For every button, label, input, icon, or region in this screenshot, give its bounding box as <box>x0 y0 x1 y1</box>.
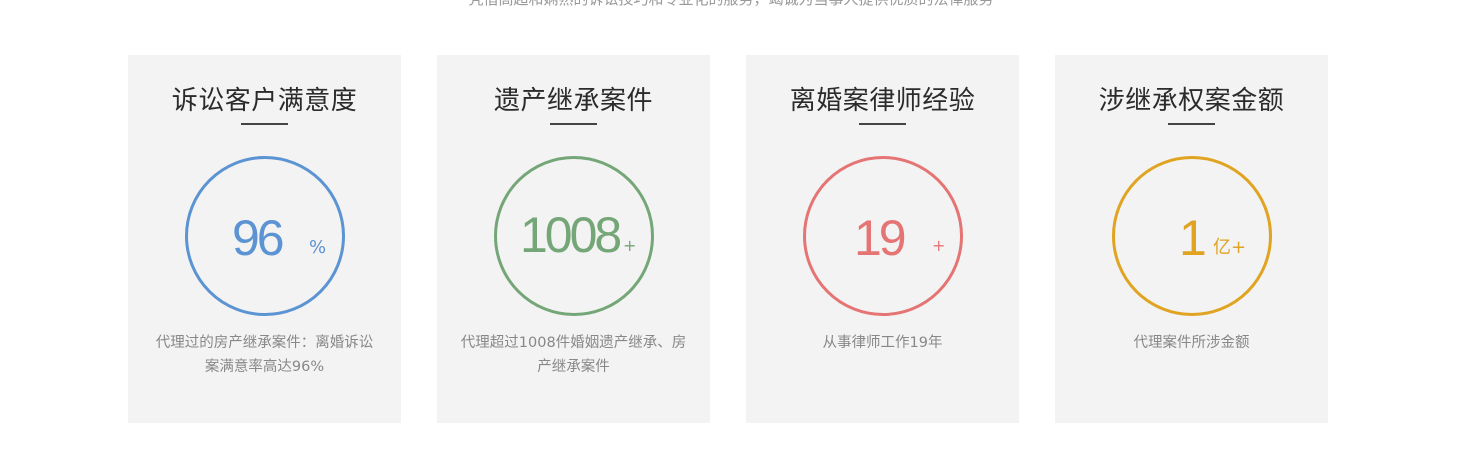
stats-section: 诉讼客户满意度 96 % 代理过的房产继承案件：离婚诉讼案满意率高达96% 遗产… <box>128 55 1328 423</box>
stat-number: 1008 <box>520 207 622 263</box>
stat-unit: + <box>623 236 637 255</box>
stat-card-divorce-experience: 离婚案律师经验 19 + 从事律师工作19年 <box>746 55 1019 423</box>
stat-number: 96 <box>232 210 285 266</box>
stat-circle: 1008 + <box>494 156 654 316</box>
title-divider <box>859 123 906 125</box>
card-title: 离婚案律师经验 <box>789 86 976 116</box>
stat-circle: 96 % <box>185 156 345 316</box>
card-description: 从事律师工作19年 <box>822 335 943 351</box>
stat-unit: + <box>932 236 946 255</box>
stat-circle: 19 + <box>803 156 963 316</box>
title-divider <box>550 123 597 125</box>
stat-circle: 1 亿+ <box>1112 156 1272 316</box>
stat-card-inheritance-amount: 涉继承权案金额 1 亿+ 代理案件所涉金额 <box>1055 55 1328 423</box>
stat-unit: 亿+ <box>1213 237 1247 258</box>
card-title: 遗产继承案件 <box>493 86 653 116</box>
title-divider <box>1168 123 1215 125</box>
card-title: 诉讼客户满意度 <box>171 86 358 116</box>
card-description: 代理案件所涉金额 <box>1133 335 1250 351</box>
card-description: 代理过的房产继承案件：离婚诉讼案满意率高达96% <box>155 335 374 375</box>
stat-unit: % <box>309 237 327 258</box>
title-divider <box>241 123 288 125</box>
stat-card-inheritance-cases: 遗产继承案件 1008 + 代理超过1008件婚姻遗产继承、房产继承案件 <box>437 55 710 423</box>
stat-number: 1 <box>1179 210 1207 266</box>
card-description: 代理超过1008件婚姻遗产继承、房产继承案件 <box>460 335 687 375</box>
stat-number: 19 <box>854 210 907 266</box>
card-title: 涉继承权案金额 <box>1098 86 1285 116</box>
intro-text: 凭借高超和娴熟的诉讼技巧和专业化的服务，竭诚为当事人提供优质的法律服务 <box>0 0 1462 9</box>
stat-card-satisfaction: 诉讼客户满意度 96 % 代理过的房产继承案件：离婚诉讼案满意率高达96% <box>128 55 401 423</box>
